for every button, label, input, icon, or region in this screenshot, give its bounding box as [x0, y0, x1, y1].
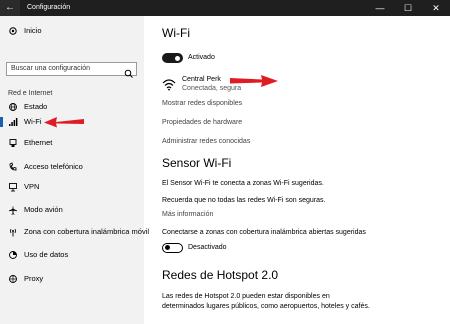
- vpn-icon: [8, 178, 18, 196]
- sensor-note: Recuerda que no todas las redes Wi-Fi so…: [162, 197, 326, 204]
- toggle-knob: [165, 245, 170, 250]
- search-placeholder: Buscar una configuración: [11, 65, 90, 72]
- annotation-arrow-wifi: [44, 117, 84, 128]
- window-title: Configuración: [27, 4, 71, 11]
- wifi-toggle[interactable]: [162, 53, 183, 63]
- search-icon: [124, 65, 133, 78]
- manage-networks-link[interactable]: Administrar redes conocidas: [162, 138, 250, 145]
- back-button[interactable]: ←: [0, 0, 20, 16]
- wifi-icon: [8, 113, 18, 131]
- minimize-button[interactable]: —: [366, 0, 394, 16]
- title-bar: ← Configuración — ☐ ✕: [0, 0, 450, 16]
- wifi-signal-icon: [162, 77, 176, 96]
- annotation-arrow-network: [230, 75, 278, 87]
- sidebar-item-label: Inicio: [24, 26, 42, 35]
- data-usage-icon: [8, 246, 18, 264]
- toggle-knob: [175, 55, 180, 61]
- hotspot-description-line2: determinados lugares públicos, como aero…: [162, 303, 370, 310]
- sidebar-item-label: Uso de datos: [24, 250, 69, 259]
- more-info-link[interactable]: Más información: [162, 211, 213, 218]
- sidebar-item-acceso-telefonico[interactable]: Acceso telefónico: [0, 158, 144, 176]
- sidebar-item-home[interactable]: Inicio: [0, 22, 144, 40]
- dial-up-icon: [8, 158, 18, 176]
- back-arrow-icon: ←: [5, 2, 15, 13]
- sidebar: Inicio Buscar una configuración Red e In…: [0, 16, 149, 324]
- sensor-description: El Sensor Wi-Fi te conecta a zonas Wi-Fi…: [162, 180, 324, 187]
- ethernet-icon: [8, 134, 18, 152]
- sidebar-item-label: Proxy: [24, 274, 44, 283]
- proxy-icon: [8, 270, 18, 288]
- gear-icon: [8, 22, 18, 40]
- hotspot-suggest-toggle[interactable]: [162, 243, 183, 253]
- sidebar-item-ethernet[interactable]: Ethernet: [0, 134, 144, 152]
- selection-indicator: [0, 117, 3, 127]
- show-networks-link[interactable]: Mostrar redes disponibles: [162, 100, 242, 107]
- hotspot-description-line1: Las redes de Hotspot 2.0 pueden estar di…: [162, 293, 330, 300]
- search-input[interactable]: Buscar una configuración: [6, 62, 137, 78]
- wifi-toggle-label: Activado: [188, 54, 215, 61]
- main-content: Wi-Fi Activado Central Perk Conectada, s…: [144, 16, 450, 324]
- sidebar-item-label: Acceso telefónico: [24, 162, 83, 171]
- sidebar-item-label: Modo avión: [24, 205, 63, 214]
- network-name: Central Perk: [182, 76, 221, 83]
- sensor-title: Sensor Wi-Fi: [162, 156, 232, 170]
- sidebar-item-zona-cobertura[interactable]: Zona con cobertura inalámbrica móvil: [0, 223, 149, 241]
- sidebar-item-label: Zona con cobertura inalámbrica móvil: [24, 227, 150, 236]
- sidebar-item-uso-datos[interactable]: Uso de datos: [0, 246, 144, 264]
- sidebar-item-label: Wi-Fi: [24, 117, 42, 126]
- airplane-icon: [8, 201, 18, 219]
- page-title: Wi-Fi: [162, 26, 190, 40]
- section-label: Red e Internet: [8, 90, 53, 97]
- hardware-properties-link[interactable]: Propiedades de hardware: [162, 119, 242, 126]
- hotspot-suggest-toggle-label: Desactivado: [188, 244, 227, 251]
- sidebar-item-proxy[interactable]: Proxy: [0, 270, 144, 288]
- sensor-option-label: Conectarse a zonas con cobertura inalámb…: [162, 229, 366, 236]
- hotspot-icon: [8, 223, 18, 241]
- sidebar-item-vpn[interactable]: VPN: [0, 178, 144, 196]
- sidebar-item-modo-avion[interactable]: Modo avión: [0, 201, 144, 219]
- close-button[interactable]: ✕: [422, 0, 450, 16]
- sidebar-item-label: Ethernet: [24, 138, 53, 147]
- sidebar-item-label: VPN: [24, 182, 40, 191]
- maximize-button[interactable]: ☐: [394, 0, 422, 16]
- hotspot-title: Redes de Hotspot 2.0: [162, 268, 279, 282]
